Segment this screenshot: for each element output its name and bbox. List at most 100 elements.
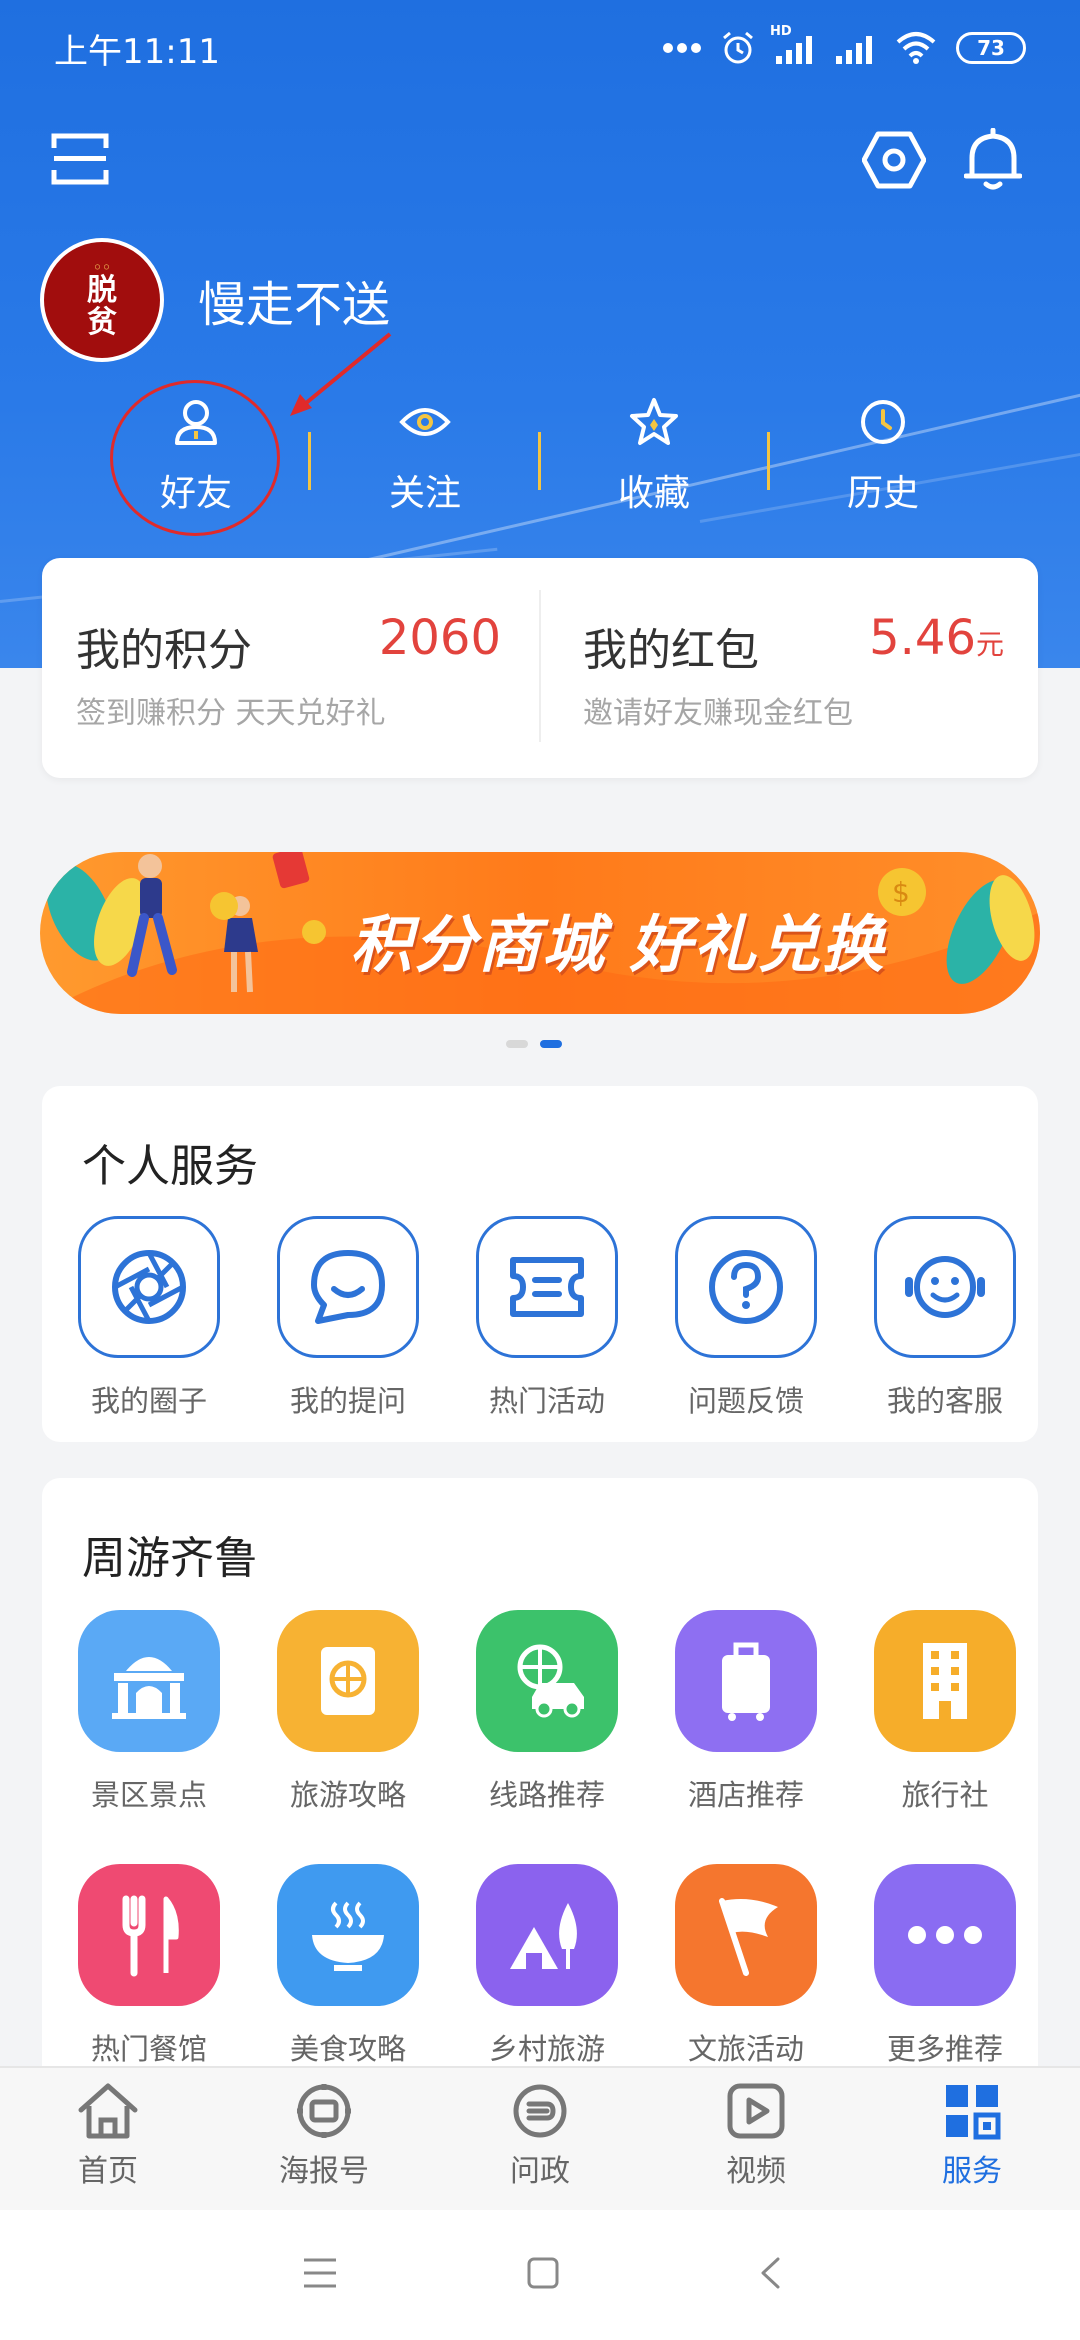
flag-icon xyxy=(675,1864,817,2006)
luggage-icon xyxy=(675,1610,817,1752)
my-red-packet[interactable]: 我的红包 5.46元 邀请好友赚现金红包 xyxy=(541,558,1038,778)
red-packet-value: 5.46元 xyxy=(869,610,1004,666)
nav-video[interactable]: 视频 xyxy=(686,2082,826,2190)
travel-restaurants[interactable]: 热门餐馆 xyxy=(69,1864,229,2068)
service-label: 热门活动 xyxy=(488,1384,605,1418)
poster-icon xyxy=(297,2084,351,2138)
pagination-dot-active[interactable] xyxy=(540,1040,562,1048)
signal-hd-icon: HD xyxy=(770,24,816,66)
bell-icon[interactable] xyxy=(964,128,1022,192)
travel-food-guides[interactable]: 美食攻略 xyxy=(268,1864,428,2068)
quick-link-history[interactable]: 历史 xyxy=(813,392,953,516)
section-title: 周游齐鲁 xyxy=(82,1533,258,1584)
travel-hotels[interactable]: 酒店推荐 xyxy=(666,1610,826,1814)
question-icon xyxy=(675,1216,817,1358)
quick-link-label: 历史 xyxy=(846,473,919,514)
quick-link-favorites[interactable]: 收藏 xyxy=(584,392,724,516)
passport-icon xyxy=(277,1610,419,1752)
username[interactable]: 慢走不送 xyxy=(198,265,390,335)
service-my-questions[interactable]: 我的提问 xyxy=(268,1216,428,1420)
travel-label: 线路推荐 xyxy=(488,1778,605,1812)
building-icon xyxy=(874,1610,1016,1752)
travel-cultural-events[interactable]: 文旅活动 xyxy=(666,1864,826,2068)
bowl-icon xyxy=(277,1864,419,2006)
section-title: 个人服务 xyxy=(82,1141,258,1192)
service-feedback[interactable]: 问题反馈 xyxy=(666,1216,826,1420)
bottom-nav: 首页 海报号 问政 视频 服务 xyxy=(0,2066,1080,2210)
my-points[interactable]: 我的积分 2060 签到赚积分 天天兑好礼 xyxy=(42,558,539,778)
back-icon[interactable] xyxy=(758,2256,782,2290)
landmark-icon xyxy=(78,1610,220,1752)
points-subtitle: 签到赚积分 天天兑好礼 xyxy=(76,696,386,731)
status-bar: 上午11:11 HD 73 xyxy=(0,0,1080,96)
quick-link-label: 收藏 xyxy=(617,473,690,514)
service-my-circle[interactable]: 我的圈子 xyxy=(69,1216,229,1420)
network-label: HD xyxy=(770,24,792,39)
settings-icon[interactable] xyxy=(862,130,926,190)
service-customer-support[interactable]: 我的客服 xyxy=(865,1216,1025,1420)
banner-pagination xyxy=(506,1040,562,1048)
travel-label: 景区景点 xyxy=(90,1778,207,1812)
pagination-dot[interactable] xyxy=(506,1040,528,1048)
status-time: 上午11:11 xyxy=(54,31,220,72)
personal-services-section: 个人服务 我的圈子 我的提问 热门活动 问题反馈 我的客服 xyxy=(42,1086,1038,1442)
travel-more[interactable]: 更多推荐 xyxy=(865,1864,1025,2068)
alarm-icon xyxy=(723,31,753,64)
fork-knife-icon xyxy=(78,1864,220,2006)
menu-icon[interactable] xyxy=(302,2256,338,2290)
nav-label: 视频 xyxy=(726,2154,786,2189)
wifi-icon xyxy=(896,32,936,64)
travel-rural-tourism[interactable]: 乡村旅游 xyxy=(467,1864,627,2068)
nav-services[interactable]: 服务 xyxy=(902,2082,1042,2190)
travel-agencies[interactable]: 旅行社 xyxy=(865,1610,1025,1814)
ticket-icon xyxy=(476,1216,618,1358)
nav-home[interactable]: 首页 xyxy=(38,2082,178,2190)
travel-scenic-spots[interactable]: 景区景点 xyxy=(69,1610,229,1814)
travel-section: 周游齐鲁 景区景点 旅游攻略 线路推荐 酒店推荐 旅行社 热门餐馆 美食攻略 乡… xyxy=(42,1478,1038,2098)
battery-indicator: 73 xyxy=(956,32,1026,64)
status-icons: HD 73 xyxy=(662,24,1026,66)
signal-icon xyxy=(836,36,872,64)
grid-icon xyxy=(946,2085,1001,2140)
travel-label: 乡村旅游 xyxy=(488,2032,605,2066)
service-label: 我的提问 xyxy=(289,1384,406,1418)
points-mall-banner[interactable]: $ 积分商城 好礼兑换 xyxy=(40,852,1040,1014)
service-hot-events[interactable]: 热门活动 xyxy=(467,1216,627,1420)
travel-label: 旅游攻略 xyxy=(289,1778,406,1812)
travel-guides[interactable]: 旅游攻略 xyxy=(268,1610,428,1814)
avatar-text-top: 脱 xyxy=(87,273,117,308)
points-value: 2060 xyxy=(378,610,501,666)
scan-icon[interactable] xyxy=(50,130,110,188)
inquiry-icon xyxy=(513,2084,567,2138)
travel-label: 热门餐馆 xyxy=(90,2032,207,2066)
headset-icon xyxy=(874,1216,1016,1358)
quick-link-label: 关注 xyxy=(388,473,461,514)
travel-label: 酒店推荐 xyxy=(687,1778,804,1812)
travel-routes[interactable]: 线路推荐 xyxy=(467,1610,627,1814)
village-icon xyxy=(476,1864,618,2006)
divider xyxy=(538,432,541,490)
red-packet-title: 我的红包 xyxy=(583,625,759,676)
avatar[interactable]: ◦◦ 脱 贫 xyxy=(40,238,164,362)
chat-bubble-icon xyxy=(277,1216,419,1358)
system-nav-bar xyxy=(0,2210,1080,2340)
divider xyxy=(767,432,770,490)
banner-title: 积分商城 好礼兑换 xyxy=(350,908,886,981)
clock-icon xyxy=(861,400,905,444)
avatar-text-bottom: 贫 xyxy=(87,305,117,340)
nav-poster[interactable]: 海报号 xyxy=(254,2082,394,2190)
points-card: 我的积分 2060 签到赚积分 天天兑好礼 我的红包 5.46元 邀请好友赚现金… xyxy=(42,558,1038,778)
home-icon xyxy=(78,2083,138,2139)
more-dots-icon xyxy=(663,43,701,53)
nav-label: 海报号 xyxy=(279,2154,369,2189)
home-button-icon[interactable] xyxy=(526,2256,560,2290)
service-label: 我的圈子 xyxy=(90,1384,207,1418)
nav-label: 服务 xyxy=(942,2154,1002,2189)
nav-inquiry[interactable]: 问政 xyxy=(470,2082,610,2190)
video-icon xyxy=(727,2083,785,2139)
points-title: 我的积分 xyxy=(76,625,252,676)
nav-label: 首页 xyxy=(78,2154,138,2189)
red-packet-unit: 元 xyxy=(975,628,1004,661)
svg-text:$: $ xyxy=(892,876,910,909)
travel-label: 文旅活动 xyxy=(687,2032,804,2066)
